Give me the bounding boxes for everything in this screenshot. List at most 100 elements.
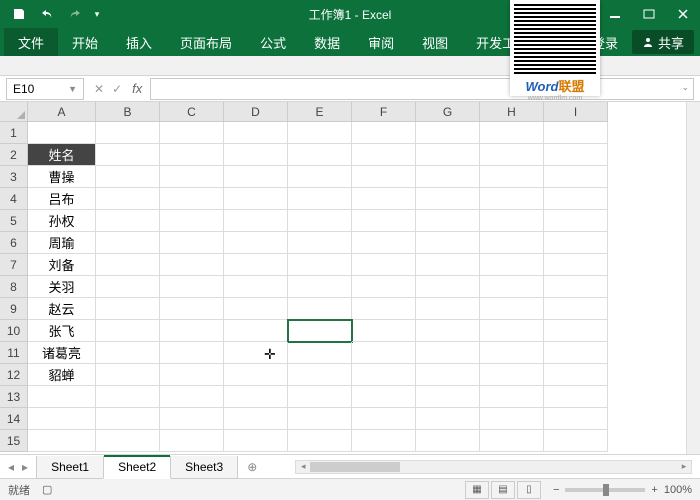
cell-A8[interactable]: 关羽 xyxy=(28,276,96,298)
cell-B10[interactable] xyxy=(96,320,160,342)
cell-A5[interactable]: 孙权 xyxy=(28,210,96,232)
cell-D14[interactable] xyxy=(224,408,288,430)
vertical-scrollbar[interactable] xyxy=(686,102,700,454)
cell-A3[interactable]: 曹操 xyxy=(28,166,96,188)
cell-A15[interactable] xyxy=(28,430,96,452)
cell-E7[interactable] xyxy=(288,254,352,276)
cell-G10[interactable] xyxy=(416,320,480,342)
fx-icon[interactable]: fx xyxy=(132,81,150,96)
cell-H9[interactable] xyxy=(480,298,544,320)
sheet-tab-sheet1[interactable]: Sheet1 xyxy=(36,456,104,479)
cell-C7[interactable] xyxy=(160,254,224,276)
sheet-tab-sheet2[interactable]: Sheet2 xyxy=(103,456,171,479)
cell-H14[interactable] xyxy=(480,408,544,430)
cell-C14[interactable] xyxy=(160,408,224,430)
cell-I10[interactable] xyxy=(544,320,608,342)
tab-data[interactable]: 数据 xyxy=(300,28,354,56)
cell-I3[interactable] xyxy=(544,166,608,188)
tab-layout[interactable]: 页面布局 xyxy=(166,28,246,56)
cell-B8[interactable] xyxy=(96,276,160,298)
col-header-C[interactable]: C xyxy=(160,102,224,122)
zoom-out-button[interactable]: − xyxy=(553,484,559,496)
cell-F3[interactable] xyxy=(352,166,416,188)
row-header-5[interactable]: 5 xyxy=(0,210,28,232)
cell-F11[interactable] xyxy=(352,342,416,364)
tab-view[interactable]: 视图 xyxy=(408,28,462,56)
row-header-2[interactable]: 2 xyxy=(0,144,28,166)
cell-E6[interactable] xyxy=(288,232,352,254)
col-header-H[interactable]: H xyxy=(480,102,544,122)
cell-B14[interactable] xyxy=(96,408,160,430)
cancel-formula-button[interactable]: ✕ xyxy=(94,82,104,96)
cell-E3[interactable] xyxy=(288,166,352,188)
cell-B15[interactable] xyxy=(96,430,160,452)
cell-E4[interactable] xyxy=(288,188,352,210)
close-button[interactable] xyxy=(666,0,700,28)
cell-F14[interactable] xyxy=(352,408,416,430)
cell-G6[interactable] xyxy=(416,232,480,254)
cell-A7[interactable]: 刘备 xyxy=(28,254,96,276)
cell-F7[interactable] xyxy=(352,254,416,276)
tab-review[interactable]: 审阅 xyxy=(354,28,408,56)
cell-E14[interactable] xyxy=(288,408,352,430)
cell-D8[interactable] xyxy=(224,276,288,298)
tab-insert[interactable]: 插入 xyxy=(112,28,166,56)
tab-home[interactable]: 开始 xyxy=(58,28,112,56)
row-header-6[interactable]: 6 xyxy=(0,232,28,254)
cell-G2[interactable] xyxy=(416,144,480,166)
cell-H15[interactable] xyxy=(480,430,544,452)
cell-G8[interactable] xyxy=(416,276,480,298)
cell-E13[interactable] xyxy=(288,386,352,408)
cell-D13[interactable] xyxy=(224,386,288,408)
cell-B5[interactable] xyxy=(96,210,160,232)
cell-F10[interactable] xyxy=(352,320,416,342)
cell-A9[interactable]: 赵云 xyxy=(28,298,96,320)
cell-H1[interactable] xyxy=(480,122,544,144)
cell-C4[interactable] xyxy=(160,188,224,210)
cell-I12[interactable] xyxy=(544,364,608,386)
cell-D11[interactable] xyxy=(224,342,288,364)
cell-E12[interactable] xyxy=(288,364,352,386)
cell-A10[interactable]: 张飞 xyxy=(28,320,96,342)
cell-G9[interactable] xyxy=(416,298,480,320)
cell-C6[interactable] xyxy=(160,232,224,254)
cell-H5[interactable] xyxy=(480,210,544,232)
cells-area[interactable]: 姓名曹操吕布孙权周瑜刘备关羽赵云张飞诸葛亮貂蝉 xyxy=(28,122,686,454)
cell-E15[interactable] xyxy=(288,430,352,452)
cell-B3[interactable] xyxy=(96,166,160,188)
col-header-I[interactable]: I xyxy=(544,102,608,122)
share-button[interactable]: 共享 xyxy=(632,30,694,54)
maximize-button[interactable] xyxy=(632,0,666,28)
expand-formula-icon[interactable]: ⌄ xyxy=(681,82,689,93)
row-header-3[interactable]: 3 xyxy=(0,166,28,188)
page-layout-button[interactable]: ▤ xyxy=(491,481,515,499)
cell-I7[interactable] xyxy=(544,254,608,276)
cell-I4[interactable] xyxy=(544,188,608,210)
cell-E11[interactable] xyxy=(288,342,352,364)
cell-G15[interactable] xyxy=(416,430,480,452)
sheet-prev-button[interactable]: ◂ xyxy=(8,460,14,474)
cell-D6[interactable] xyxy=(224,232,288,254)
cell-A11[interactable]: 诸葛亮 xyxy=(28,342,96,364)
add-sheet-button[interactable]: ⊕ xyxy=(237,456,267,478)
cell-H13[interactable] xyxy=(480,386,544,408)
redo-button[interactable] xyxy=(62,3,88,25)
cell-F5[interactable] xyxy=(352,210,416,232)
cell-C8[interactable] xyxy=(160,276,224,298)
cell-F13[interactable] xyxy=(352,386,416,408)
cell-C9[interactable] xyxy=(160,298,224,320)
scroll-right-icon[interactable]: ▸ xyxy=(677,461,691,472)
cell-D5[interactable] xyxy=(224,210,288,232)
cell-C11[interactable] xyxy=(160,342,224,364)
row-header-4[interactable]: 4 xyxy=(0,188,28,210)
cell-H7[interactable] xyxy=(480,254,544,276)
tab-formulas[interactable]: 公式 xyxy=(246,28,300,56)
cell-I13[interactable] xyxy=(544,386,608,408)
row-header-1[interactable]: 1 xyxy=(0,122,28,144)
cell-B12[interactable] xyxy=(96,364,160,386)
cell-G5[interactable] xyxy=(416,210,480,232)
cell-C1[interactable] xyxy=(160,122,224,144)
cell-A12[interactable]: 貂蝉 xyxy=(28,364,96,386)
formula-input[interactable]: ⌄ xyxy=(150,78,694,100)
row-header-8[interactable]: 8 xyxy=(0,276,28,298)
